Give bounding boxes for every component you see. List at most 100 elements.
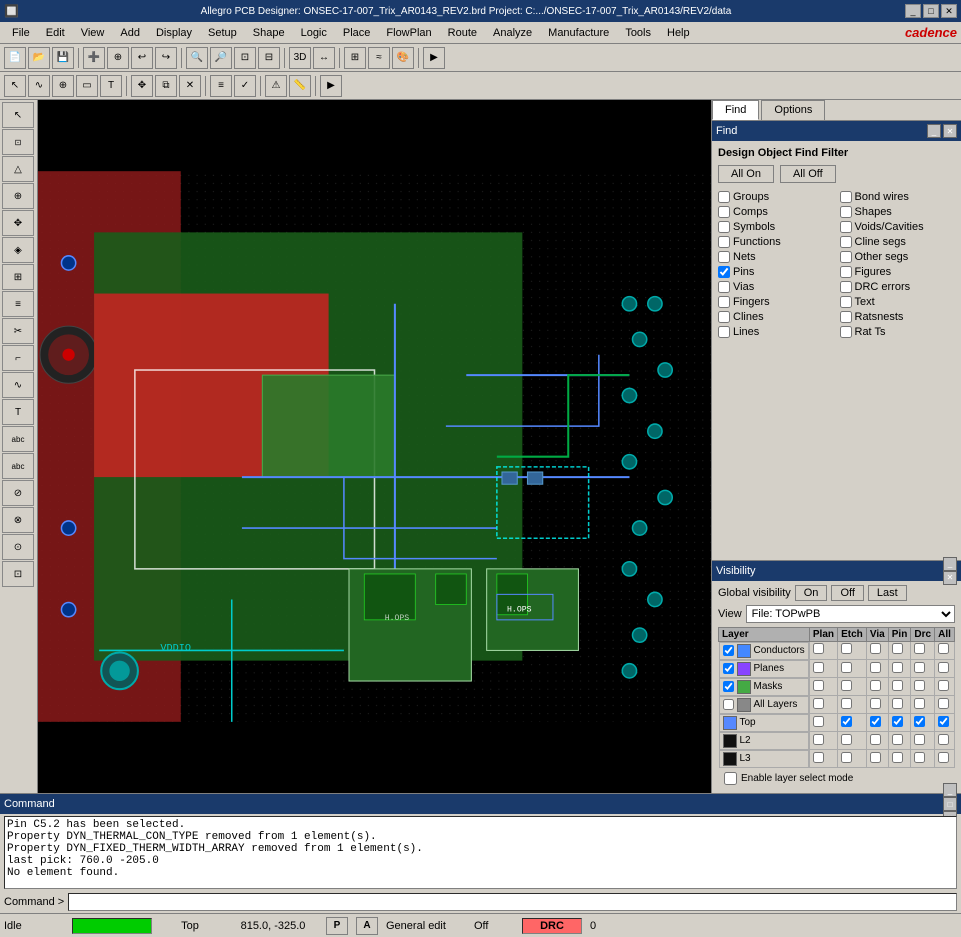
check-btn[interactable]: ✓ (234, 75, 256, 97)
color[interactable]: 🎨 (392, 47, 414, 69)
select-btn[interactable]: ↖ (4, 75, 26, 97)
l2-plan-cb[interactable] (813, 734, 824, 745)
ratts-checkbox[interactable] (840, 326, 852, 338)
tool-17[interactable]: ⊡ (2, 561, 34, 587)
top-plan-cb[interactable] (813, 716, 824, 727)
masks-via-cb[interactable] (870, 680, 881, 691)
menu-tools[interactable]: Tools (617, 25, 659, 41)
conductors-plan-cb[interactable] (813, 643, 824, 654)
masks-pin-cb[interactable] (892, 680, 903, 691)
tool-16[interactable]: ⊙ (2, 534, 34, 560)
menu-display[interactable]: Display (148, 25, 200, 41)
add-connect[interactable]: ➕ (83, 47, 105, 69)
nets-checkbox[interactable] (718, 251, 730, 263)
shapes-checkbox[interactable] (840, 206, 852, 218)
alllayers-vis-checkbox[interactable] (723, 699, 734, 710)
move-btn[interactable]: ✥ (131, 75, 153, 97)
top-etch-cb[interactable] (841, 716, 852, 727)
symbols-checkbox[interactable] (718, 221, 730, 233)
all-on-button[interactable]: All On (718, 165, 774, 183)
zoom-window[interactable]: ⊟ (258, 47, 280, 69)
zoom-out[interactable]: 🔎 (210, 47, 232, 69)
all-off-button[interactable]: All Off (780, 165, 836, 183)
find-close-btn[interactable]: ✕ (943, 124, 957, 138)
l3-etch-cb[interactable] (841, 752, 852, 763)
tool-8[interactable]: ✂ (2, 318, 34, 344)
l2-via-cb[interactable] (870, 734, 881, 745)
l3-pin-cb[interactable] (892, 752, 903, 763)
groups-checkbox[interactable] (718, 191, 730, 203)
menu-file[interactable]: File (4, 25, 38, 41)
delete-btn[interactable]: ✕ (179, 75, 201, 97)
planes-etch-cb[interactable] (841, 662, 852, 673)
top-drc-cb[interactable] (914, 716, 925, 727)
top-pin-cb[interactable] (892, 716, 903, 727)
tab-options[interactable]: Options (761, 100, 825, 120)
conductors-pin-cb[interactable] (892, 643, 903, 654)
minimize-button[interactable]: _ (905, 4, 921, 18)
alllayers-pin-cb[interactable] (892, 698, 903, 709)
command-input[interactable] (68, 893, 957, 911)
tool-6[interactable]: ⊞ (2, 264, 34, 290)
menu-route[interactable]: Route (440, 25, 485, 41)
rats[interactable]: ≈ (368, 47, 390, 69)
menu-place[interactable]: Place (335, 25, 379, 41)
fingers-checkbox[interactable] (718, 296, 730, 308)
undo[interactable]: ↩ (131, 47, 153, 69)
planes-via-cb[interactable] (870, 662, 881, 673)
menu-flowplan[interactable]: FlowPlan (378, 25, 439, 41)
3d-view[interactable]: 3D (289, 47, 311, 69)
conductors-etch-cb[interactable] (841, 643, 852, 654)
menu-edit[interactable]: Edit (38, 25, 73, 41)
planes-pin-cb[interactable] (892, 662, 903, 673)
l2-all-cb[interactable] (938, 734, 949, 745)
clinesegs-checkbox[interactable] (840, 236, 852, 248)
save-button[interactable]: 💾 (52, 47, 74, 69)
vias-checkbox[interactable] (718, 281, 730, 293)
ratsnests-checkbox[interactable] (840, 311, 852, 323)
tool-15[interactable]: ⊗ (2, 507, 34, 533)
tool-13[interactable]: abc (2, 453, 34, 479)
drc-btn[interactable]: ⚠ (265, 75, 287, 97)
voids-checkbox[interactable] (840, 221, 852, 233)
tool-select[interactable]: ↖ (2, 102, 34, 128)
shape-btn[interactable]: ▭ (76, 75, 98, 97)
tab-find[interactable]: Find (712, 100, 759, 120)
tool-11[interactable]: T (2, 399, 34, 425)
rule-btn[interactable]: 📏 (289, 75, 311, 97)
masks-all-cb[interactable] (938, 680, 949, 691)
tool-9[interactable]: ⌐ (2, 345, 34, 371)
menu-logic[interactable]: Logic (293, 25, 335, 41)
flip[interactable]: ↔ (313, 47, 335, 69)
l3-via-cb[interactable] (870, 752, 881, 763)
vis-off-button[interactable]: Off (831, 585, 863, 601)
menu-view[interactable]: View (73, 25, 113, 41)
conductors-all-cb[interactable] (938, 643, 949, 654)
top-all-cb[interactable] (938, 716, 949, 727)
cmd-minimize-btn[interactable]: _ (943, 783, 957, 797)
more-tools2[interactable]: ▶ (320, 75, 342, 97)
vis-minimize-btn[interactable]: _ (943, 557, 957, 571)
text-btn[interactable]: T (100, 75, 122, 97)
masks-vis-checkbox[interactable] (723, 681, 734, 692)
text-checkbox[interactable] (840, 296, 852, 308)
maximize-button[interactable]: □ (923, 4, 939, 18)
p-button[interactable]: P (326, 917, 348, 935)
l2-pin-cb[interactable] (892, 734, 903, 745)
alllayers-via-cb[interactable] (870, 698, 881, 709)
masks-etch-cb[interactable] (841, 680, 852, 691)
functions-checkbox[interactable] (718, 236, 730, 248)
conductors-drc-cb[interactable] (914, 643, 925, 654)
tool-3[interactable]: ⊕ (2, 183, 34, 209)
l2-etch-cb[interactable] (841, 734, 852, 745)
menu-setup[interactable]: Setup (200, 25, 245, 41)
comps-checkbox[interactable] (718, 206, 730, 218)
menu-manufacture[interactable]: Manufacture (540, 25, 617, 41)
menu-add[interactable]: Add (112, 25, 148, 41)
close-button[interactable]: ✕ (941, 4, 957, 18)
view-select[interactable]: File: TOPwPB File: BOTTOM File: ALL (746, 605, 955, 623)
add-via[interactable]: ⊕ (107, 47, 129, 69)
new-button[interactable]: 📄 (4, 47, 26, 69)
l3-plan-cb[interactable] (813, 752, 824, 763)
tool-2[interactable]: △ (2, 156, 34, 182)
